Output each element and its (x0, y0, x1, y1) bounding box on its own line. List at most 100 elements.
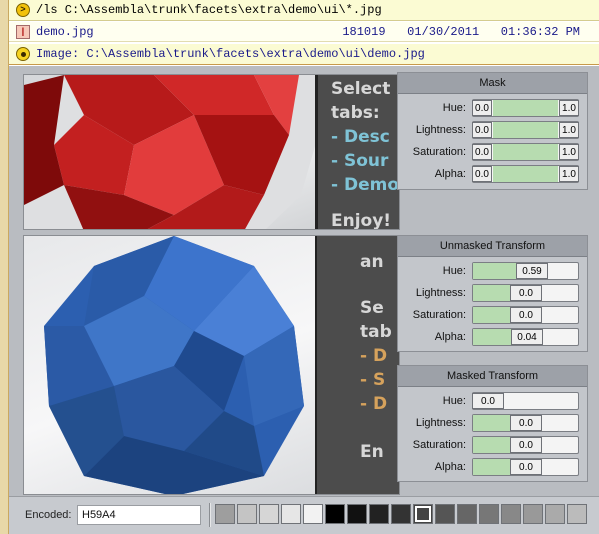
overlay-line: Se (360, 298, 384, 318)
unmasked-slider[interactable]: 0.0 (472, 306, 579, 324)
overlay-line: En (360, 442, 384, 462)
slider-high-handle[interactable]: 1.0 (559, 100, 579, 116)
overlay-line: - Desc (331, 127, 390, 147)
overlay-line: Enjoy! (331, 211, 392, 230)
file-name[interactable]: demo.jpg (36, 25, 94, 39)
masked-row: Saturation: 0.0 (398, 434, 587, 456)
slider-handle[interactable]: 0.0 (472, 393, 504, 409)
color-swatch[interactable] (215, 504, 235, 524)
mask-range-slider[interactable]: 0.0 1.0 (472, 165, 579, 183)
color-swatch[interactable] (303, 504, 323, 524)
masked-slider[interactable]: 0.0 (472, 392, 579, 410)
overlay-line: - Demo (331, 175, 400, 195)
unmasked-transform-panel: Unmasked Transform Hue: 0.59 Lightness: 0.0… (397, 235, 588, 352)
slider-label: Lightness: (415, 287, 466, 299)
color-swatch[interactable] (479, 504, 499, 524)
command-line[interactable]: > /ls C:\Assembla\trunk\facets\extra\dem… (9, 0, 599, 21)
slider-label: Saturation: (412, 439, 466, 451)
slider-fill (473, 459, 511, 475)
mask-range-slider[interactable]: 0.0 1.0 (472, 143, 579, 161)
color-swatch[interactable] (501, 504, 521, 524)
slider-fill (473, 437, 511, 453)
slider-high-handle[interactable]: 1.0 (559, 166, 579, 182)
color-swatch[interactable] (369, 504, 389, 524)
slider-handle[interactable]: 0.0 (510, 307, 542, 323)
encoded-label: Encoded: (25, 509, 72, 521)
masked-slider[interactable]: 0.0 (472, 436, 579, 454)
unmasked-slider[interactable]: 0.0 (472, 284, 579, 302)
mask-row: Alpha: 0.0 1.0 (398, 163, 587, 185)
file-size: 181019 (342, 24, 386, 39)
color-swatch[interactable] (281, 504, 301, 524)
mask-range-slider[interactable]: 0.0 1.0 (472, 121, 579, 139)
slider-low-handle[interactable]: 0.0 (472, 166, 492, 182)
overlay-line: tabs: (331, 103, 380, 123)
color-swatch[interactable] (457, 504, 477, 524)
color-swatch[interactable] (413, 504, 433, 524)
slider-handle[interactable]: 0.0 (510, 285, 542, 301)
masked-transform-panel: Masked Transform Hue: 0.0 Lightness: 0.0 Sat… (397, 365, 588, 482)
file-listing-row[interactable]: | demo.jpg 181019 01/30/2011 01:36:32 PM (9, 22, 599, 42)
slider-fill (473, 415, 511, 431)
encoded-field[interactable] (77, 505, 201, 525)
slider-label: Saturation: (412, 309, 466, 321)
color-swatch[interactable] (523, 504, 543, 524)
mask-panel-title: Mask (398, 73, 587, 94)
overlay-line: tab (360, 322, 392, 342)
slider-low-handle[interactable]: 0.0 (472, 122, 492, 138)
command-text: /ls C:\Assembla\trunk\facets\extra\demo\… (36, 3, 382, 17)
transformed-preview[interactable]: an Se tab - D - S - D En (23, 235, 400, 495)
masked-preview[interactable]: Select tabs: - Desc - Sour - Demo Enjoy! (23, 74, 400, 230)
slider-handle[interactable]: 0.0 (510, 415, 542, 431)
slider-handle[interactable]: 0.0 (510, 459, 542, 475)
image-workspace: Select tabs: - Desc - Sour - Demo Enjoy! (9, 66, 599, 534)
color-swatch[interactable] (347, 504, 367, 524)
image-line: Image: C:\Assembla\trunk\facets\extra\de… (9, 44, 599, 65)
overlay-text-bottom: an Se tab - D - S - D En (315, 236, 399, 494)
slider-fill (473, 285, 511, 301)
slider-fill (493, 144, 558, 160)
slider-label: Lightness: (415, 417, 466, 429)
slider-handle[interactable]: 0.0 (510, 437, 542, 453)
slider-fill (473, 307, 511, 323)
mask-row: Lightness: 0.0 1.0 (398, 119, 587, 141)
masked-panel-title: Masked Transform (398, 366, 587, 387)
masked-row: Lightness: 0.0 (398, 412, 587, 434)
image-area: Select tabs: - Desc - Sour - Demo Enjoy! (23, 70, 400, 534)
slider-fill (473, 329, 512, 345)
slider-low-handle[interactable]: 0.0 (472, 100, 492, 116)
masked-slider[interactable]: 0.0 (472, 458, 579, 476)
color-swatch[interactable] (325, 504, 345, 524)
prompt-icon: > (16, 3, 30, 17)
slider-handle[interactable]: 0.59 (516, 263, 548, 279)
slider-label: Alpha: (434, 168, 466, 180)
slider-low-handle[interactable]: 0.0 (472, 144, 492, 160)
file-icon: | (16, 24, 30, 39)
masked-slider[interactable]: 0.0 (472, 414, 579, 432)
masked-row: Alpha: 0.0 (398, 456, 587, 478)
mask-range-slider[interactable]: 0.0 1.0 (472, 99, 579, 117)
color-swatch[interactable] (545, 504, 565, 524)
color-swatch[interactable] (237, 504, 257, 524)
unmasked-row: Alpha: 0.04 (398, 326, 587, 348)
masked-row: Hue: 0.0 (398, 390, 587, 412)
slider-label: Hue: (442, 395, 466, 407)
slider-high-handle[interactable]: 1.0 (559, 122, 579, 138)
color-swatch[interactable] (567, 504, 587, 524)
slider-label: Hue: (442, 102, 466, 114)
slider-fill (493, 166, 558, 182)
unmasked-row: Hue: 0.59 (398, 260, 587, 282)
unmasked-slider[interactable]: 0.59 (472, 262, 579, 280)
color-swatch[interactable] (435, 504, 455, 524)
overlay-line: - D (360, 346, 388, 366)
slider-handle[interactable]: 0.04 (511, 329, 543, 345)
overlay-line: - S (360, 370, 386, 390)
slider-high-handle[interactable]: 1.0 (559, 144, 579, 160)
unmasked-row: Lightness: 0.0 (398, 282, 587, 304)
color-swatch[interactable] (259, 504, 279, 524)
unmasked-slider[interactable]: 0.04 (472, 328, 579, 346)
status-bar: Encoded: (9, 496, 599, 534)
color-swatch[interactable] (391, 504, 411, 524)
image-path: Image: C:\Assembla\trunk\facets\extra\de… (36, 47, 425, 61)
mask-row: Saturation: 0.0 1.0 (398, 141, 587, 163)
